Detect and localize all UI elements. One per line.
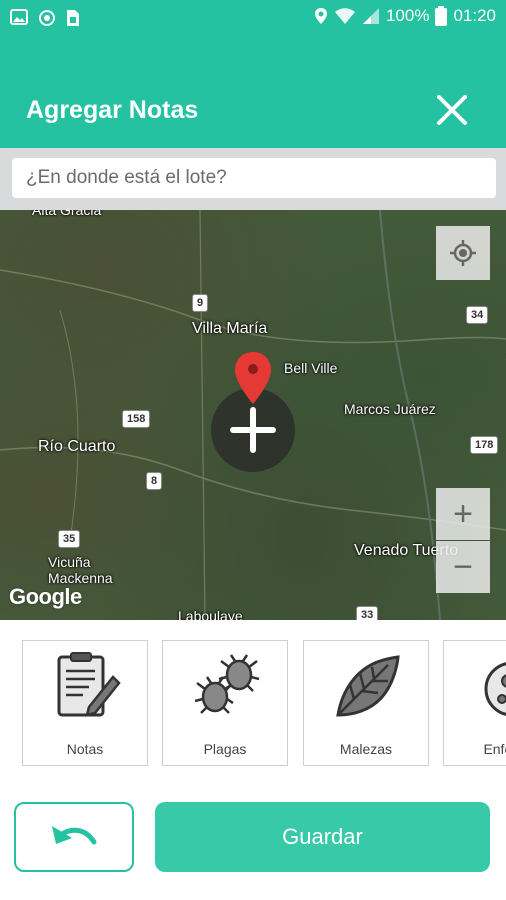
map-label-alta-gracia: Alta Gracia [32, 210, 102, 218]
map-label-vicuna-mackenna: Vicuña Mackenna [48, 554, 113, 586]
category-enfermedades[interactable]: Enferm [443, 640, 506, 766]
map-label-marcos-juarez: Marcos Juárez [344, 401, 436, 417]
zoom-in-button[interactable]: + [436, 488, 490, 540]
search-bar [0, 148, 506, 210]
map-label-rio-cuarto: Río Cuarto [38, 438, 116, 455]
crosshair-icon [450, 240, 476, 266]
undo-icon [52, 826, 97, 845]
location-icon [314, 8, 327, 24]
close-icon [437, 95, 467, 125]
search-input[interactable] [12, 158, 496, 198]
status-left-icons [10, 9, 80, 27]
route-shield: 34 [466, 306, 489, 324]
google-logo: Google [9, 584, 82, 609]
app-bar: Agregar Notas [0, 36, 506, 148]
route-shield: 158 [122, 410, 151, 428]
bugs-icon [194, 654, 260, 714]
status-bar: 100% 01:20 [0, 0, 506, 36]
notes-icon [57, 652, 121, 717]
category-label: Malezas [339, 741, 393, 757]
route-shield: 9 [192, 294, 209, 312]
category-label: Plagas [203, 741, 247, 757]
route-shield: 8 [146, 472, 163, 490]
category-malezas[interactable]: Malezas [303, 640, 429, 766]
battery-icon [435, 6, 448, 26]
route-shield: 33 [356, 606, 379, 620]
status-right: 100% 01:20 [314, 6, 496, 26]
map-label-villa-maria: Villa María [192, 320, 268, 337]
close-button[interactable] [434, 92, 470, 128]
image-icon [10, 9, 28, 25]
category-notas[interactable]: Notas [22, 640, 148, 766]
category-label: Notas [66, 741, 104, 757]
category-label: Enferm [483, 741, 506, 757]
sync-icon [39, 10, 55, 26]
zoom-out-button[interactable]: − [436, 541, 490, 593]
battery-percent: 100% [385, 6, 430, 25]
signal-icon [362, 8, 379, 24]
map-view[interactable]: Alta Gracia Villa María Bell Ville Marco… [0, 210, 506, 620]
my-location-button[interactable] [436, 226, 490, 280]
map-label-bell-ville: Bell Ville [284, 360, 338, 376]
map-pin-icon [235, 352, 271, 404]
save-button[interactable]: Guardar [155, 802, 490, 872]
status-time: 01:20 [453, 6, 496, 25]
sim-icon [67, 10, 79, 26]
category-list: Notas Plagas Malezas Enferm [0, 620, 506, 780]
map-label-laboulaye: Laboulaye [178, 608, 243, 620]
category-plagas[interactable]: Plagas [162, 640, 288, 766]
undo-button[interactable] [14, 802, 134, 872]
disease-icon [484, 662, 506, 716]
route-shield: 35 [58, 530, 81, 548]
route-shield: 178 [470, 436, 499, 454]
leaf-icon [336, 655, 400, 717]
wifi-icon [334, 8, 355, 24]
page-title: Agregar Notas [26, 96, 199, 124]
